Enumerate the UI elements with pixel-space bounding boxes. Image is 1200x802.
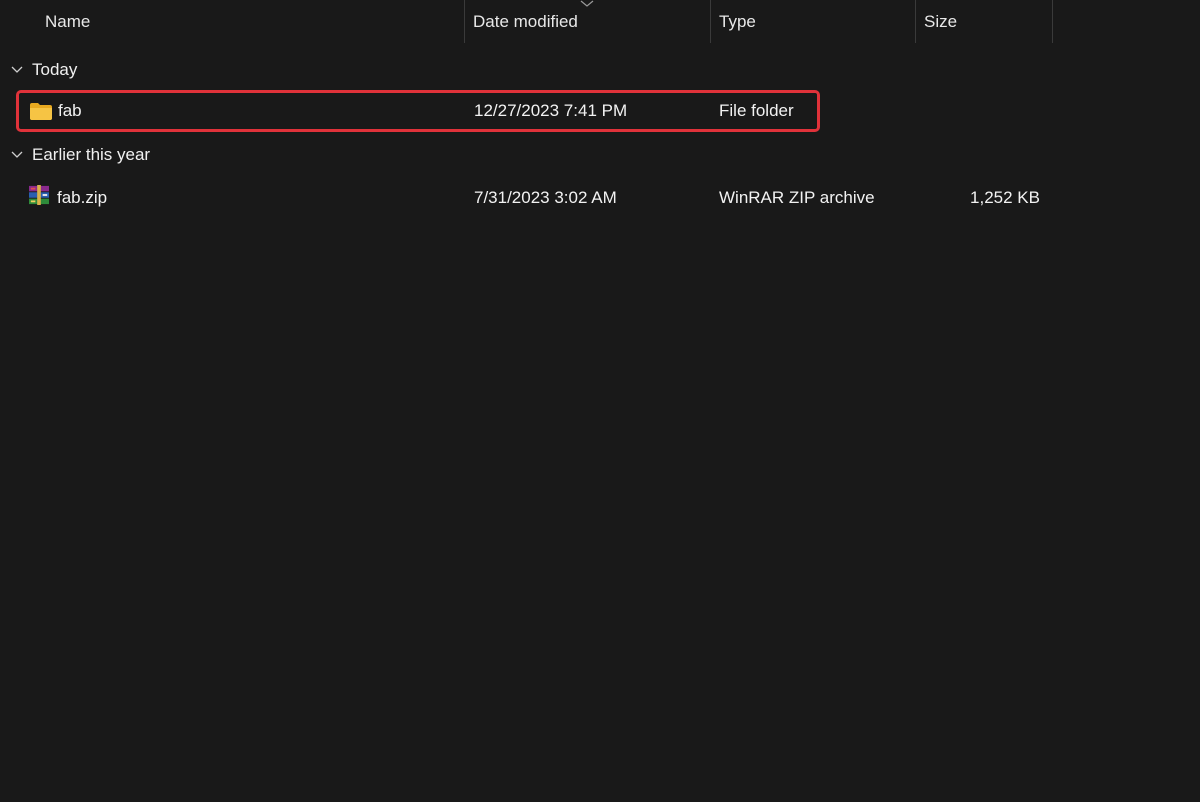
chevron-down-icon[interactable]: [10, 64, 24, 74]
chevron-down-icon[interactable]: [10, 149, 24, 159]
column-header-size[interactable]: Size: [915, 0, 1052, 44]
file-type: WinRAR ZIP archive: [719, 188, 875, 207]
column-header-bar: Name Date modified Type Size: [0, 0, 1200, 44]
group-label: Earlier this year: [32, 145, 151, 164]
folder-icon: [30, 103, 52, 120]
group-header-today[interactable]: Today: [0, 55, 460, 85]
file-name: fab: [58, 101, 82, 120]
column-header-type[interactable]: Type: [710, 0, 915, 44]
file-type: File folder: [719, 101, 794, 120]
file-row[interactable]: fab 12/27/2023 7:41 PM File folder: [16, 90, 820, 132]
group-label: Today: [32, 60, 78, 79]
file-name: fab.zip: [57, 188, 108, 207]
sort-descending-icon: [580, 0, 594, 7]
file-date-modified: 12/27/2023 7:41 PM: [474, 101, 628, 120]
file-row[interactable]: fab.zip 7/31/2023 3:02 AM WinRAR ZIP arc…: [16, 177, 1056, 219]
file-explorer-details-view: Name Date modified Type Size Today fab 1…: [0, 0, 1200, 802]
file-date-modified: 7/31/2023 3:02 AM: [474, 188, 617, 207]
column-divider[interactable]: [1052, 0, 1053, 43]
group-header-earlier-this-year[interactable]: Earlier this year: [0, 140, 460, 170]
file-size: 1,252 KB: [970, 188, 1040, 207]
column-header-name-label: Name: [45, 12, 91, 31]
column-header-date-modified-label: Date modified: [473, 12, 578, 31]
winrar-archive-icon: [29, 185, 49, 205]
column-header-name[interactable]: Name: [36, 0, 464, 44]
column-header-size-label: Size: [924, 12, 958, 31]
column-header-type-label: Type: [719, 12, 756, 31]
